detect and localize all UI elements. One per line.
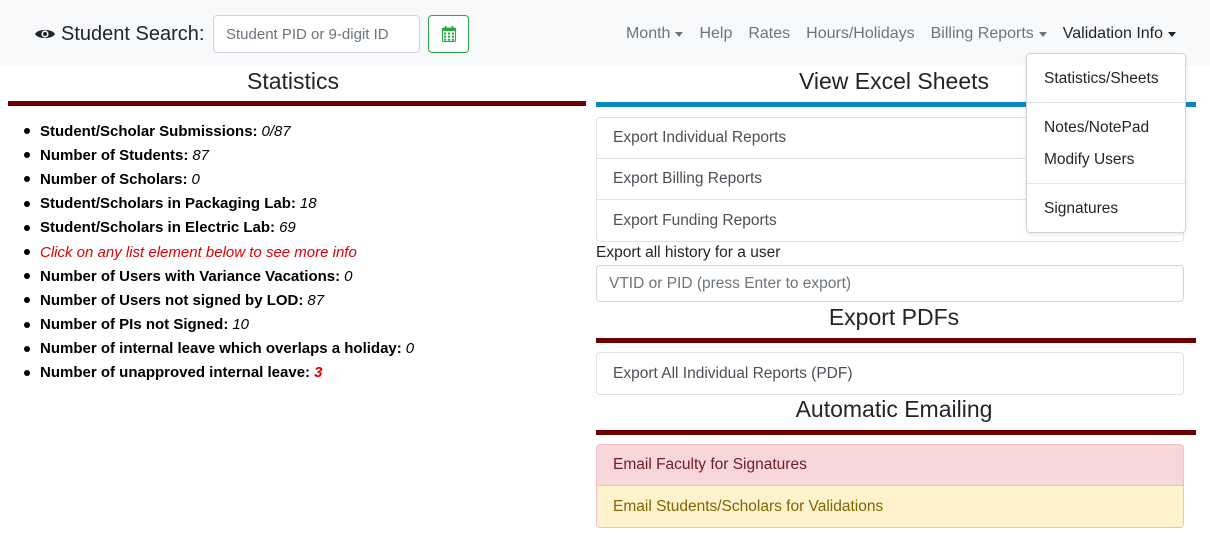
caret-down-icon	[1038, 31, 1047, 37]
dropdown-item-statistics-sheets[interactable]: Statistics/Sheets	[1027, 70, 1185, 88]
stat-label: Number of Scholars:	[40, 170, 188, 188]
stat-label: Number of Users with Variance Vacations:	[40, 267, 341, 285]
list-item[interactable]: Student/Scholars in Electric Lab: 69	[24, 216, 414, 240]
export-all-pdf-button[interactable]: Export All Individual Reports (PDF)	[597, 353, 1183, 394]
list-item[interactable]: Number of Users with Variance Vacations:…	[24, 264, 414, 288]
emailing-title: Automatic Emailing	[795, 396, 993, 422]
export-history-label: Export all history for a user	[596, 244, 781, 261]
stat-label: Number of Students:	[40, 146, 189, 164]
caret-down-icon	[675, 31, 684, 37]
nav-hours-holidays-label: Hours/Holidays	[806, 25, 915, 42]
statistics-rule	[8, 101, 586, 106]
stat-value: 0	[344, 267, 353, 285]
nav-help-label: Help	[699, 25, 733, 42]
stat-value: 0/87	[261, 122, 291, 140]
info-hint-text: Click on any list element below to see m…	[40, 243, 357, 261]
stat-value: 87	[307, 291, 325, 309]
stat-value: 0	[191, 170, 200, 188]
list-item[interactable]: Number of Users not signed by LOD: 87	[24, 288, 414, 312]
nav-rates-label: Rates	[748, 25, 791, 42]
pdfs-list: Export All Individual Reports (PDF)	[596, 352, 1184, 395]
statistics-title: Statistics	[246, 68, 340, 94]
nav-hours-holidays[interactable]: Hours/Holidays	[806, 25, 914, 43]
nav-rates[interactable]: Rates	[748, 25, 790, 43]
nav-validation-info[interactable]: Validation Info	[1063, 25, 1176, 43]
list-item[interactable]: Number of internal leave which overlaps …	[24, 337, 414, 361]
list-item[interactable]: Number of unapproved internal leave: 3	[24, 361, 414, 385]
calendar-button[interactable]	[428, 15, 469, 53]
email-students-button[interactable]: Email Students/Scholars for Validations	[597, 486, 1183, 527]
eye-icon	[35, 29, 55, 39]
dropdown-item-signatures[interactable]: Signatures	[1027, 200, 1185, 218]
list-item[interactable]: Number of Students: 87	[24, 143, 414, 167]
stat-value: 3	[314, 364, 323, 382]
info-hint: Click on any list element below to see m…	[24, 240, 414, 264]
stat-label: Student/Scholars in Electric Lab:	[40, 219, 276, 237]
stat-label: Number of PIs not Signed:	[40, 316, 229, 334]
stat-value: 0	[405, 340, 415, 358]
validation-info-dropdown: Statistics/Sheets Notes/NotePad Modify U…	[1026, 53, 1186, 233]
stat-label: Number of internal leave which overlaps …	[40, 340, 402, 358]
nav-month[interactable]: Month	[625, 25, 684, 43]
nav-help[interactable]: Help	[699, 25, 732, 43]
statistics-list: Student/Scholar Submissions: 0/87 Number …	[24, 119, 414, 385]
list-item[interactable]: Student/Scholar Submissions: 0/87	[24, 119, 414, 143]
pdfs-title: Export PDFs	[828, 304, 960, 330]
stat-value: 69	[279, 219, 296, 237]
stat-value: 10	[232, 316, 250, 334]
emailing-rule	[596, 430, 1196, 435]
caret-down-icon	[1168, 31, 1176, 37]
list-item[interactable]: Student/Scholars in Packaging Lab: 18	[24, 192, 414, 216]
dropdown-divider	[1027, 102, 1185, 103]
nav-billing-reports[interactable]: Billing Reports	[931, 25, 1047, 43]
stat-value: 87	[192, 146, 210, 164]
stat-label: Student/Scholars in Packaging Lab:	[40, 195, 296, 213]
list-item[interactable]: Number of Scholars: 0	[24, 167, 414, 191]
dropdown-divider	[1027, 183, 1185, 184]
nav-billing-reports-label: Billing Reports	[930, 25, 1034, 42]
dropdown-item-notes-notepad[interactable]: Notes/NotePad	[1027, 119, 1185, 137]
emailing-list: Email Faculty for Signatures Email Stude…	[596, 444, 1184, 528]
student-search-input[interactable]	[213, 15, 420, 53]
stat-label: Number of Users not signed by LOD:	[40, 291, 304, 309]
nav-links: Month Help Rates Hours/Holidays Billing …	[610, 20, 1176, 48]
nav-month-label: Month	[625, 25, 671, 42]
dropdown-item-modify-users[interactable]: Modify Users	[1027, 151, 1185, 169]
brand: Student Search:	[34, 20, 204, 48]
stat-label: Student/Scholar Submissions:	[40, 122, 258, 140]
calendar-icon	[441, 26, 456, 42]
stat-label: Number of unapproved internal leave:	[40, 364, 311, 382]
list-item[interactable]: Number of PIs not Signed: 10	[24, 313, 414, 337]
vtid-pid-input[interactable]	[596, 265, 1184, 302]
pdfs-rule	[596, 338, 1196, 343]
email-faculty-button[interactable]: Email Faculty for Signatures	[597, 445, 1183, 486]
nav-validation-info-label: Validation Info	[1062, 25, 1163, 42]
stat-value: 18	[299, 195, 317, 213]
brand-label: Student Search:	[61, 22, 205, 45]
